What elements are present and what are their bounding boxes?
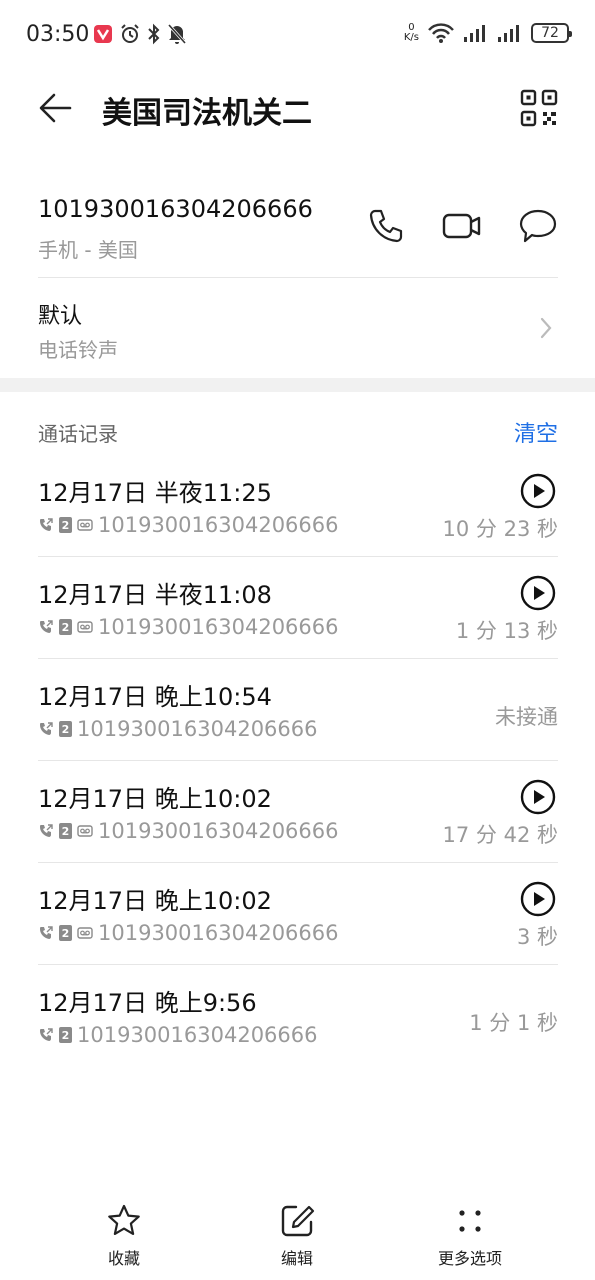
outgoing-call-icon <box>40 722 53 735</box>
message-icon[interactable] <box>518 206 558 246</box>
outgoing-call-icon <box>40 620 53 633</box>
call-number: 101930016304206666 <box>98 615 339 639</box>
play-recording-icon[interactable] <box>520 575 556 611</box>
ringtone-label: 电话铃声 <box>38 338 118 362</box>
back-arrow-icon[interactable] <box>36 88 76 128</box>
call-date: 12月17日 半夜11:08 <box>38 581 272 609</box>
call-meta: 2 101930016304206666 <box>38 921 339 945</box>
edit-label: 编辑 <box>280 1249 313 1268</box>
contact-name: 美国司法机关二 <box>102 96 312 131</box>
call-log-item[interactable]: 12月17日 半夜11:25 2 101930016304206666 10 分… <box>38 455 558 557</box>
sim-2-icon: 2 <box>59 1027 72 1043</box>
call-duration: 3 秒 <box>516 925 558 949</box>
signal-2-icon <box>498 25 519 42</box>
voicemail-recording-icon <box>77 519 93 531</box>
outgoing-call-icon <box>40 824 53 837</box>
call-number: 101930016304206666 <box>77 1023 318 1047</box>
call-meta: 2 101930016304206666 <box>38 615 339 639</box>
wifi-icon <box>428 23 454 43</box>
call-status: 未接通 <box>495 705 558 729</box>
phone-call-icon[interactable] <box>366 206 406 246</box>
call-log-list: 12月17日 半夜11:25 2 101930016304206666 10 分… <box>38 455 558 1067</box>
call-number: 101930016304206666 <box>77 717 318 741</box>
status-bar: 03:50 0 K/s 72 <box>0 0 595 70</box>
battery-indicator: 72 <box>531 23 572 43</box>
ringtone-row[interactable]: 默认 电话铃声 <box>38 280 558 376</box>
call-date: 12月17日 晚上10:02 <box>38 887 272 915</box>
sim-2-icon: 2 <box>59 823 72 839</box>
voicemail-recording-icon <box>77 621 93 633</box>
call-duration: 17 分 42 秒 <box>442 823 558 847</box>
call-number: 101930016304206666 <box>98 819 339 843</box>
sim-2-icon: 2 <box>59 517 72 533</box>
call-log-item[interactable]: 12月17日 晚上9:56 2 101930016304206666 1 分 1… <box>38 965 558 1067</box>
edit-icon <box>281 1205 315 1237</box>
call-log-item[interactable]: 12月17日 晚上10:02 2 101930016304206666 3 秒 <box>38 863 558 965</box>
call-meta: 2 101930016304206666 <box>38 819 339 843</box>
status-icons-left <box>93 23 187 45</box>
clear-button[interactable]: 清空 <box>514 416 558 448</box>
voicemail-recording-icon <box>77 927 93 939</box>
outgoing-call-icon <box>40 1028 53 1041</box>
call-number: 101930016304206666 <box>98 921 339 945</box>
bluetooth-icon <box>148 23 160 45</box>
app-notification-icon <box>94 25 112 43</box>
call-meta: 2 101930016304206666 <box>38 1023 318 1047</box>
call-duration: 10 分 23 秒 <box>442 517 558 541</box>
net-speed: 0 K/s <box>404 23 419 43</box>
sim-2-icon: 2 <box>59 925 72 941</box>
play-recording-icon[interactable] <box>520 473 556 509</box>
call-log-item[interactable]: 12月17日 晚上10:02 2 101930016304206666 17 分… <box>38 761 558 863</box>
phone-number: 101930016304206666 <box>38 195 313 223</box>
more-dots-icon <box>459 1210 481 1232</box>
contact-number-row[interactable]: 101930016304206666 手机 - 美国 <box>38 190 558 278</box>
more-options-button[interactable]: 更多选项 <box>410 1203 530 1269</box>
star-icon <box>108 1204 140 1235</box>
chevron-right-icon <box>540 317 552 339</box>
video-call-icon[interactable] <box>442 206 482 246</box>
alarm-icon <box>121 24 139 43</box>
net-speed-unit: K/s <box>403 32 419 43</box>
favorite-label: 收藏 <box>107 1249 140 1268</box>
mute-bell-icon <box>167 24 187 44</box>
ringtone-value: 默认 <box>38 304 83 329</box>
call-duration: 1 分 13 秒 <box>455 619 558 643</box>
call-meta: 2 101930016304206666 <box>38 513 339 537</box>
play-recording-icon[interactable] <box>520 881 556 917</box>
call-number: 101930016304206666 <box>98 513 339 537</box>
call-log-item[interactable]: 12月17日 半夜11:08 2 101930016304206666 1 分 … <box>38 557 558 659</box>
call-log-item[interactable]: 12月17日 晚上10:54 2 101930016304206666 未接通 <box>38 659 558 761</box>
call-date: 12月17日 晚上10:54 <box>38 683 272 711</box>
call-duration: 1 分 1 秒 <box>469 1011 558 1035</box>
bottom-action-bar: 收藏 编辑 更多选项 <box>0 1195 595 1280</box>
call-date: 12月17日 半夜11:25 <box>38 479 272 507</box>
status-icons-right: 0 K/s 72 <box>404 22 572 44</box>
call-date: 12月17日 晚上10:02 <box>38 785 272 813</box>
more-options-label: 更多选项 <box>437 1249 502 1268</box>
call-date: 12月17日 晚上9:56 <box>38 989 257 1017</box>
favorite-button[interactable]: 收藏 <box>64 1203 184 1269</box>
play-recording-icon[interactable] <box>520 779 556 815</box>
edit-button[interactable]: 编辑 <box>237 1203 357 1269</box>
header: 美国司法机关二 <box>0 70 595 150</box>
call-log-title: 通话记录 <box>38 422 118 446</box>
voicemail-recording-icon <box>77 825 93 837</box>
sim-2-icon: 2 <box>59 721 72 737</box>
number-type-label: 手机 - 美国 <box>38 238 138 262</box>
signal-1-icon <box>464 25 485 42</box>
outgoing-call-icon <box>40 518 53 531</box>
call-log-header: 通话记录 清空 <box>38 418 558 448</box>
qr-code-icon[interactable] <box>519 88 559 128</box>
section-divider <box>0 378 595 392</box>
call-meta: 2 101930016304206666 <box>38 717 318 741</box>
sim-2-icon: 2 <box>59 619 72 635</box>
outgoing-call-icon <box>40 926 53 939</box>
status-time: 03:50 <box>26 22 90 47</box>
